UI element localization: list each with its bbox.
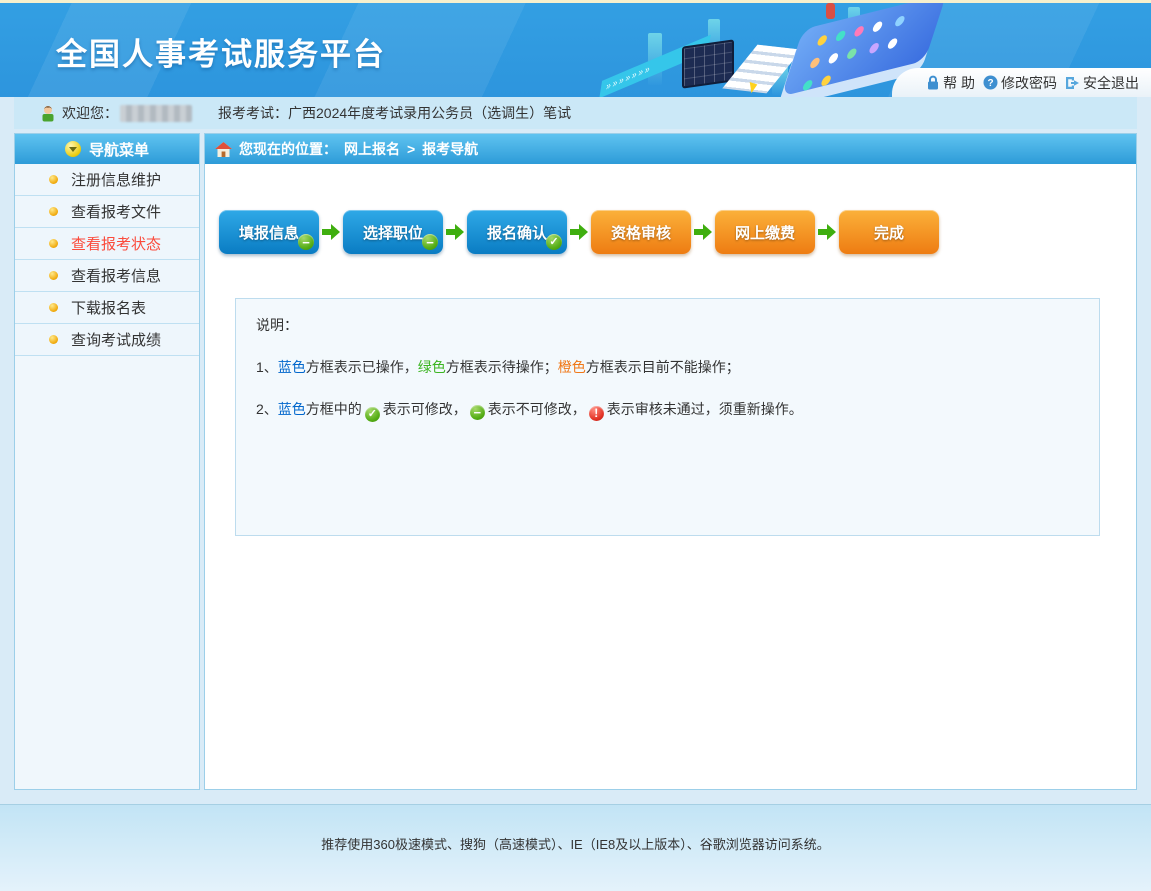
bullet-icon: [49, 271, 58, 280]
breadcrumb-separator: >: [407, 141, 415, 157]
sidebar-item-label: 下载报名表: [71, 297, 146, 318]
bullet-icon: [49, 335, 58, 344]
flow-arrow-icon: [446, 224, 464, 240]
sidebar-header: 导航菜单: [15, 134, 199, 164]
note1-number: 1、: [256, 359, 278, 375]
stairs-graphic: [722, 45, 801, 94]
note2-text-1: 方框中的: [306, 401, 362, 417]
note1-text-1: 方框表示已操作，: [306, 359, 418, 375]
step-label: 网上缴费: [735, 222, 795, 243]
user-name-redacted: [120, 105, 192, 122]
sidebar-item-label: 查看报考信息: [71, 265, 161, 286]
help-label: 帮 助: [943, 73, 975, 93]
greeting-label: 欢迎您：: [62, 103, 118, 123]
step-label: 完成: [874, 222, 904, 243]
change-password-link[interactable]: ? 修改密码: [983, 73, 1057, 93]
welcome-bar: 欢迎您： 报考考试： 广西2024年度考试录用公务员（选调生）笔试: [14, 97, 1137, 129]
note2-text-4: 表示审核未通过，须重新操作。: [607, 401, 803, 417]
note1-text-3: 方框表示目前不能操作；: [586, 359, 740, 375]
step-label: 选择职位: [363, 222, 423, 243]
note1-green-word: 绿色: [418, 359, 446, 375]
content-area: 导航菜单 注册信息维护查看报考文件查看报考状态查看报考信息下载报名表查询考试成绩…: [14, 133, 1137, 790]
quick-links-bar: 帮 助 ? 修改密码 安全退出: [892, 68, 1151, 97]
registration-steps-flow: 填报信息 选择职位 报名确认 资格审核 网上缴费 完成: [219, 210, 1136, 254]
step-button-4[interactable]: 网上缴费: [715, 210, 815, 254]
sidebar-item-1[interactable]: 查看报考文件: [15, 196, 199, 228]
bullet-icon: [49, 175, 58, 184]
step-label: 报名确认: [487, 222, 547, 243]
chart-screen-graphic: [682, 39, 734, 88]
breadcrumb-current[interactable]: 报考导航: [422, 139, 478, 159]
flow-arrow-icon: [322, 224, 340, 240]
sidebar-item-3[interactable]: 查看报考信息: [15, 260, 199, 292]
instructions-box: 说明： 1、蓝色方框表示已操作，绿色方框表示待操作；橙色方框表示目前不能操作； …: [235, 298, 1100, 536]
help-link[interactable]: 帮 助: [926, 73, 975, 93]
breadcrumb-section[interactable]: 网上报名: [344, 139, 400, 159]
note2-blue-word: 蓝色: [278, 401, 306, 417]
bullet-icon: [49, 239, 58, 248]
sidebar-menu: 注册信息维护查看报考文件查看报考状态查看报考信息下载报名表查询考试成绩: [15, 164, 199, 356]
nav-menu-icon: [65, 141, 81, 157]
note2-text-3: 表示不可修改，: [488, 401, 586, 417]
step-button-1[interactable]: 选择职位: [343, 210, 443, 254]
breadcrumb-location-label: 您现在的位置：: [239, 139, 337, 159]
step-button-2[interactable]: 报名确认: [467, 210, 567, 254]
exit-icon: [1065, 76, 1080, 90]
bullet-icon: [49, 207, 58, 216]
flow-arrow-icon: [818, 224, 836, 240]
exam-name: 广西2024年度考试录用公务员（选调生）笔试: [288, 103, 571, 123]
note1-orange-word: 橙色: [558, 359, 586, 375]
page-title: 全国人事考试服务平台: [56, 29, 386, 74]
logout-link[interactable]: 安全退出: [1065, 73, 1139, 93]
conveyor-graphic: »»»»»»»: [599, 35, 710, 97]
bullet-icon: [49, 303, 58, 312]
lightning-graphic: [747, 82, 758, 94]
flow-arrow-icon: [570, 224, 588, 240]
sidebar-item-4[interactable]: 下载报名表: [15, 292, 199, 324]
sidebar-item-label: 查看报考文件: [71, 201, 161, 222]
page-footer: 推荐使用360极速模式、搜狗（高速模式）、IE（IE8及以上版本）、谷歌浏览器访…: [0, 804, 1151, 891]
user-avatar-icon: [40, 105, 56, 122]
lock-icon: [926, 75, 940, 90]
app-header: 全国人事考试服务平台 »»»»»»» 帮 助 ? 修改密码: [0, 3, 1151, 97]
sidebar-item-5[interactable]: 查询考试成绩: [15, 324, 199, 356]
minus-badge-icon: [298, 234, 314, 250]
exam-label: 报考考试：: [218, 103, 288, 123]
note1-text-2: 方框表示待操作；: [446, 359, 558, 375]
instruction-line-1: 1、蓝色方框表示已操作，绿色方框表示待操作；橙色方框表示目前不能操作；: [256, 357, 1079, 377]
instructions-title: 说明：: [256, 315, 1079, 335]
check-badge-icon: [365, 407, 380, 422]
note1-blue-word: 蓝色: [278, 359, 306, 375]
logout-label: 安全退出: [1083, 73, 1139, 93]
step-button-5[interactable]: 完成: [839, 210, 939, 254]
sidebar-item-label: 查询考试成绩: [71, 329, 161, 350]
step-label: 资格审核: [611, 222, 671, 243]
alert-badge-icon: [589, 406, 604, 421]
step-label: 填报信息: [239, 222, 299, 243]
main-panel: 您现在的位置： 网上报名 > 报考导航 填报信息 选择职位 报名确认 资格审核 网上缴费…: [204, 133, 1137, 790]
sidebar: 导航菜单 注册信息维护查看报考文件查看报考状态查看报考信息下载报名表查询考试成绩: [14, 133, 200, 790]
question-icon: ?: [983, 75, 998, 90]
svg-text:?: ?: [987, 78, 993, 89]
step-button-3[interactable]: 资格审核: [591, 210, 691, 254]
minus-badge-icon: [470, 405, 485, 420]
sidebar-item-0[interactable]: 注册信息维护: [15, 164, 199, 196]
minus-badge-icon: [422, 234, 438, 250]
step-button-0[interactable]: 填报信息: [219, 210, 319, 254]
sidebar-item-label: 查看报考状态: [71, 233, 161, 254]
change-password-label: 修改密码: [1001, 73, 1057, 93]
person-graphic: [826, 3, 835, 19]
sidebar-item-label: 注册信息维护: [71, 169, 161, 190]
instruction-line-2: 2、蓝色方框中的 表示可修改， 表示不可修改， 表示审核未通过，须重新操作。: [256, 399, 1079, 422]
sidebar-title: 导航菜单: [89, 139, 149, 160]
note2-text-2: 表示可修改，: [383, 401, 467, 417]
flow-arrow-icon: [694, 224, 712, 240]
check-badge-icon: [546, 234, 562, 250]
breadcrumb: 您现在的位置： 网上报名 > 报考导航: [205, 134, 1136, 164]
browser-recommendation-text: 推荐使用360极速模式、搜狗（高速模式）、IE（IE8及以上版本）、谷歌浏览器访…: [321, 837, 830, 852]
sidebar-item-2[interactable]: 查看报考状态: [15, 228, 199, 260]
home-icon: [215, 142, 232, 157]
note2-number: 2、: [256, 401, 278, 417]
header-illustration: »»»»»»»: [590, 3, 930, 97]
